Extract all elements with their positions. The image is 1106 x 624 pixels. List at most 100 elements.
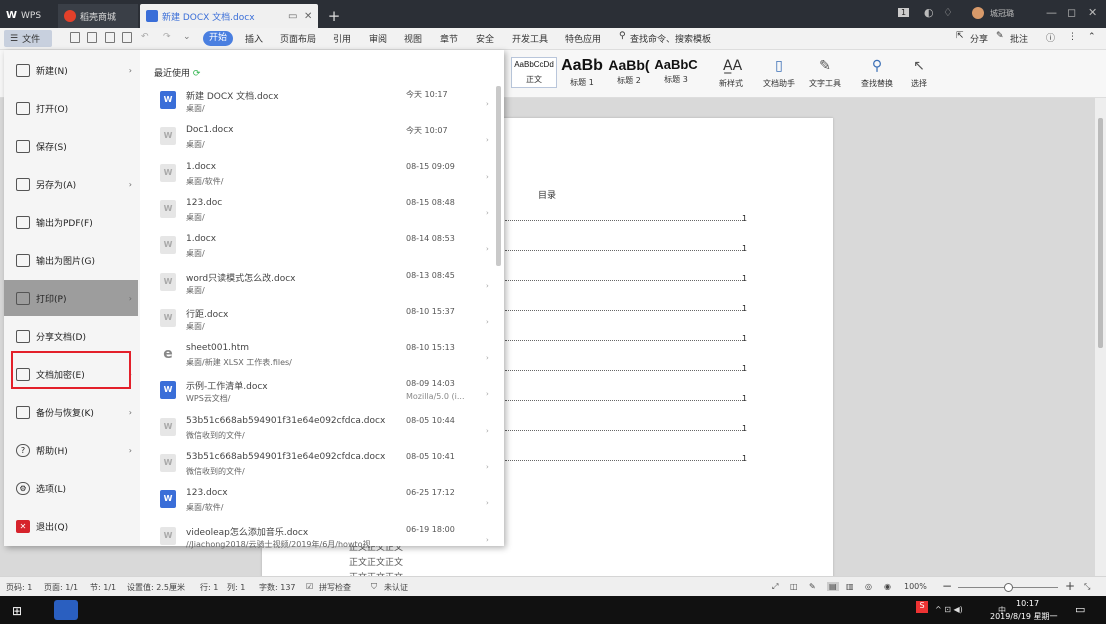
window-badge[interactable]: 1 (898, 8, 910, 17)
tab-insert[interactable]: 插入 (245, 32, 263, 45)
file-menu-item[interactable]: ✕ 退出(Q) (4, 508, 138, 544)
quick-export-icon[interactable] (87, 32, 97, 43)
toc-page-number[interactable]: 1 (742, 244, 747, 253)
ime-icon[interactable]: S (916, 601, 928, 613)
zoom-slider-handle[interactable] (1004, 583, 1013, 592)
fit-page-icon[interactable]: ⤡ (1084, 582, 1090, 592)
pin-arrow-icon[interactable]: › (486, 390, 489, 398)
file-menu-item[interactable]: 输出为PDF(F) (4, 204, 138, 240)
file-menu-item[interactable]: ⚙ 选项(L) (4, 470, 138, 506)
status-page-number[interactable]: 页码: 1 (6, 582, 32, 593)
redo-icon[interactable]: ↷ (163, 32, 171, 42)
tab-view[interactable]: 视图 (404, 32, 422, 45)
toc-page-number[interactable]: 1 (742, 424, 747, 433)
page-view-icon[interactable]: ▤ (827, 582, 839, 591)
doc-helper-button[interactable]: ▯ 文档助手 (760, 58, 798, 89)
tab-features[interactable]: 特色应用 (565, 32, 601, 45)
recent-file-item[interactable]: e sheet001.htm 桌面/新建 XLSX 工作表.files/08-10 … (154, 340, 494, 376)
file-menu-item[interactable]: 打开(O) (4, 90, 138, 126)
find-replace-button[interactable]: ⚲ 查找替换 (856, 58, 898, 89)
recent-file-item[interactable]: W 123.doc 桌面/08-15 08:48 › (154, 195, 494, 231)
file-menu-item[interactable]: 另存为(A) › (4, 166, 138, 202)
toc-page-number[interactable]: 1 (742, 454, 747, 463)
command-search[interactable]: 查找命令、搜索模板 (630, 32, 711, 45)
edit-mode-icon[interactable]: ✎ (809, 582, 816, 591)
toc-page-number[interactable]: 1 (742, 214, 747, 223)
close-button[interactable]: ✕ (1088, 6, 1097, 19)
recent-file-item[interactable]: W Doc1.docx 桌面/今天 10:07 › (154, 122, 494, 158)
tab-references[interactable]: 引用 (333, 32, 351, 45)
scroll-thumb[interactable] (1098, 118, 1103, 348)
status-word-count[interactable]: 字数: 137 (259, 582, 296, 593)
file-menu-item[interactable]: 备份与恢复(K) › (4, 394, 138, 430)
status-row[interactable]: 行: 1 (200, 582, 218, 593)
status-column[interactable]: 列: 1 (227, 582, 245, 593)
pin-arrow-icon[interactable]: › (486, 209, 489, 217)
zoom-in-button[interactable]: + (1065, 579, 1075, 593)
windows-start-icon[interactable]: ⊞ (12, 604, 22, 618)
recent-file-item[interactable]: W 示例-工作清单.docx WPS云文档/08-09 14:03 Mozilla/5… (154, 376, 494, 412)
recent-file-item[interactable]: W 1.docx 桌面/软件/08-15 09:09 › (154, 159, 494, 195)
file-menu-item[interactable]: 打印(P) › (4, 280, 138, 316)
recent-file-item[interactable]: W 53b51c668ab594901f31e64e092cfdca.docx 微信… (154, 449, 494, 485)
toc-page-number[interactable]: 1 (742, 274, 747, 283)
tab-security[interactable]: 安全 (476, 32, 494, 45)
style-heading-3[interactable]: AaBbC 标题 3 (653, 57, 699, 85)
style-heading-2[interactable]: AaBb( 标题 2 (606, 57, 652, 86)
pin-arrow-icon[interactable]: › (486, 136, 489, 144)
style-normal[interactable]: AaBbCcDd 正文 (511, 57, 557, 88)
user-name[interactable]: 城冠璐 (990, 8, 1014, 19)
file-menu-item[interactable]: ? 帮助(H) › (4, 432, 138, 468)
zoom-slider[interactable] (958, 583, 1058, 592)
minimize-button[interactable]: — (1046, 6, 1057, 19)
status-setting[interactable]: 设置值: 2.5厘米 (127, 582, 185, 593)
web-view-icon[interactable]: ◎ (865, 582, 872, 591)
file-menu-item[interactable]: 分享文档(D) (4, 318, 138, 354)
customize-chevron-icon[interactable]: ⌄ (183, 32, 191, 42)
file-menu-button[interactable]: ☰ 文件 (4, 30, 52, 47)
tab-review[interactable]: 审阅 (369, 32, 387, 45)
tab-store[interactable]: 稻壳商城 (58, 4, 138, 28)
recent-file-item[interactable]: W 53b51c668ab594901f31e64e092cfdca.docx 微信… (154, 413, 494, 449)
wps-taskbar-icon[interactable] (54, 600, 78, 620)
style-heading-1[interactable]: AaBb 标题 1 (559, 57, 605, 88)
tab-pin-icon[interactable]: ▭ (288, 11, 297, 22)
eye-protect-icon[interactable]: ◉ (884, 582, 891, 591)
pin-arrow-icon[interactable]: › (486, 499, 489, 507)
quick-save-icon[interactable] (70, 32, 80, 43)
quick-preview-icon[interactable] (122, 32, 132, 43)
new-style-button[interactable]: A̲A 新样式 (714, 58, 748, 89)
tab-document[interactable]: 新建 DOCX 文档.docx ▭ ✕ (140, 4, 318, 28)
tab-page-layout[interactable]: 页面布局 (280, 32, 316, 45)
new-tab-button[interactable]: + (324, 4, 344, 28)
collapse-ribbon-icon[interactable]: ⌃ (1088, 32, 1096, 42)
status-auth[interactable]: 未认证 (384, 582, 408, 593)
recent-file-item[interactable]: W 行距.docx 桌面/08-10 15:37 › (154, 304, 494, 340)
outline-view-icon[interactable]: ▥ (846, 582, 854, 591)
notification-icon[interactable]: ▭ (1075, 603, 1085, 616)
recent-file-item[interactable]: W 新建 DOCX 文档.docx 桌面/今天 10:17 › (154, 86, 494, 122)
shirt-icon[interactable]: ♢ (943, 6, 953, 19)
text-tools-button[interactable]: ✎ 文字工具 (804, 58, 846, 89)
file-menu-item[interactable]: 新建(N) › (4, 52, 138, 88)
quick-print-icon[interactable] (105, 32, 115, 43)
pin-arrow-icon[interactable]: › (486, 427, 489, 435)
help-circle-icon[interactable]: ⓘ (1046, 31, 1055, 44)
status-spellcheck[interactable]: 拼写检查 (319, 582, 351, 593)
zoom-level[interactable]: 100% (904, 582, 927, 591)
status-pages[interactable]: 页面: 1/1 (44, 582, 78, 593)
fullscreen-icon[interactable]: ⤢ (772, 582, 778, 592)
tray-icons[interactable]: ^ ⊡ ◀) (935, 605, 963, 614)
toc-page-number[interactable]: 1 (742, 394, 747, 403)
recent-files-scrollbar[interactable] (496, 86, 501, 266)
pin-arrow-icon[interactable]: › (486, 173, 489, 181)
clock-date[interactable]: 2019/8/19 星期一 (990, 611, 1058, 622)
refresh-icon[interactable]: ⟳ (193, 69, 201, 79)
recent-file-item[interactable]: Wvideoleap怎么添加音乐.docx//Jiachong2018/云骑士视… (154, 522, 494, 558)
file-menu-item[interactable]: 保存(S) (4, 128, 138, 164)
pin-arrow-icon[interactable]: › (486, 282, 489, 290)
tab-developer[interactable]: 开发工具 (512, 32, 548, 45)
recent-file-item[interactable]: Wword只读模式怎么改.docx 桌面/08-13 08:45 › (154, 268, 494, 304)
tab-close-icon[interactable]: ✕ (304, 11, 312, 22)
pin-arrow-icon[interactable]: › (486, 536, 489, 544)
